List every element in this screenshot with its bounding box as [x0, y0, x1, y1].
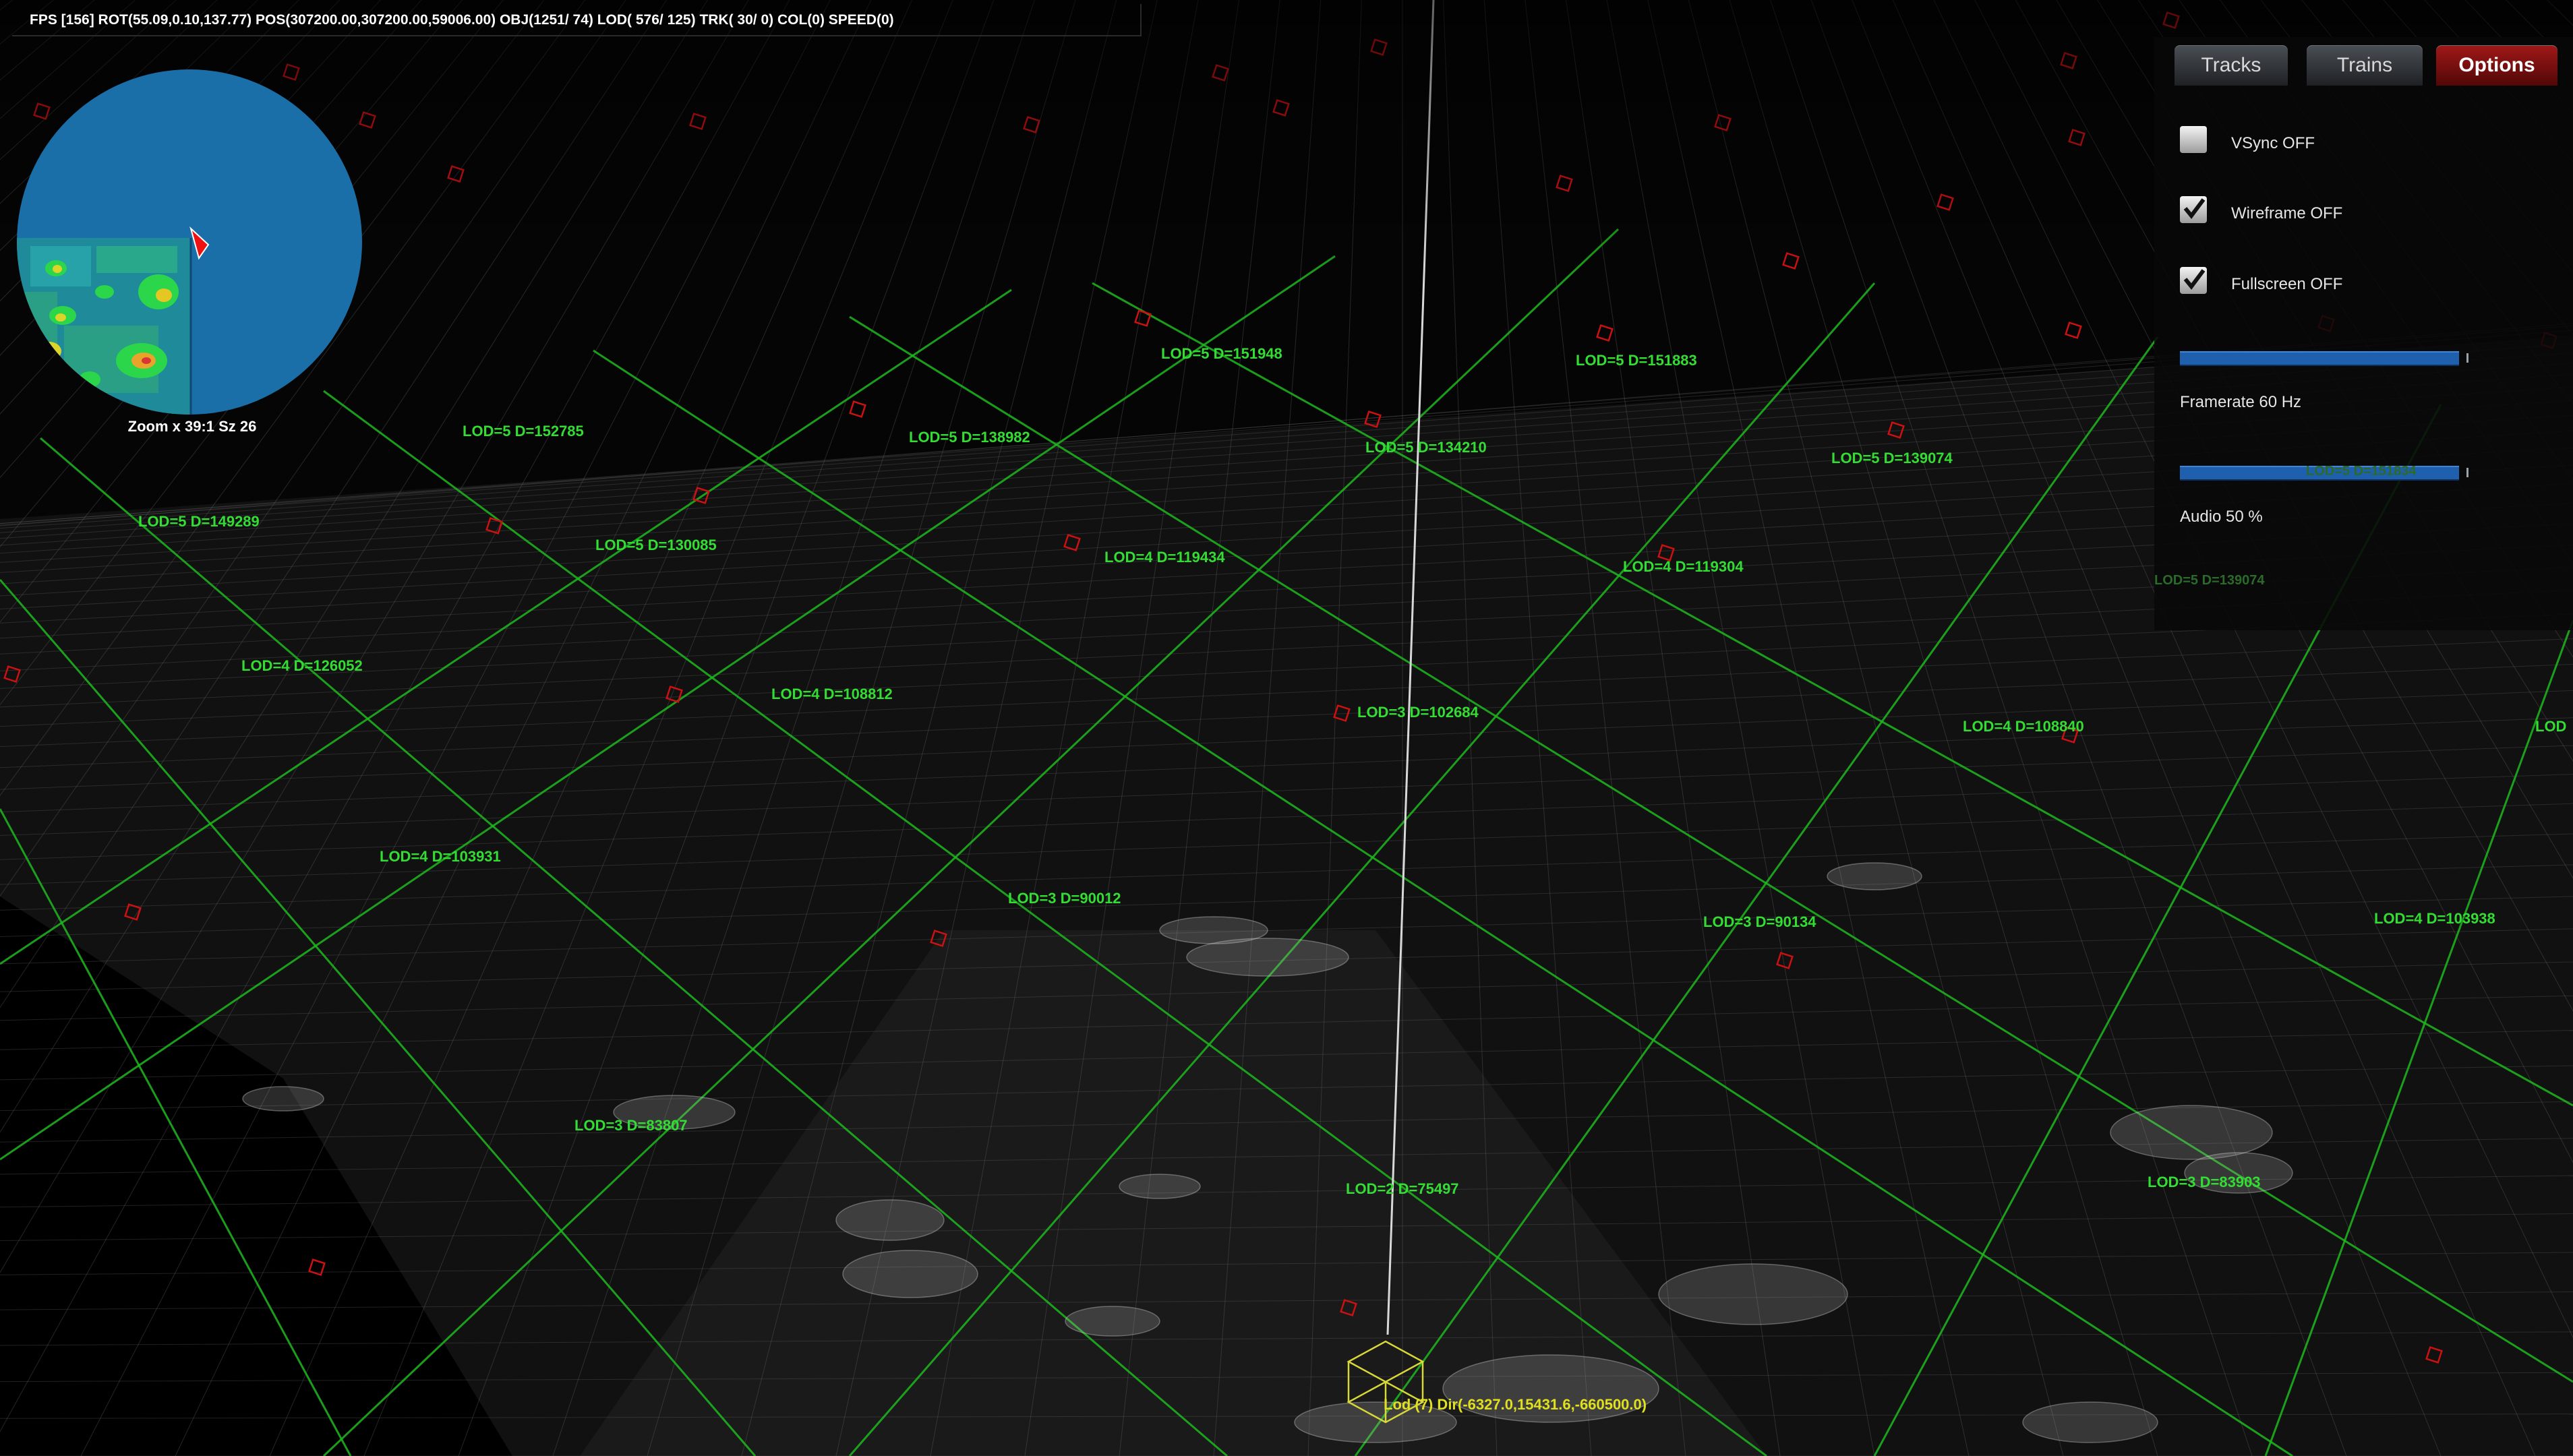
framerate-slider[interactable] [2180, 351, 2468, 366]
terrain-bump [2022, 1401, 2158, 1443]
check-icon [2183, 269, 2206, 290]
wireframe-checkbox[interactable] [2180, 196, 2207, 223]
lod-label: LOD [2535, 718, 2566, 735]
cursor-direction-label: Lod (7) Dir(-6327.0,15431.6,-660500.0) [1384, 1396, 1647, 1413]
check-icon [2183, 198, 2206, 219]
lod-label: LOD=4 D=108812 [771, 686, 893, 702]
debug-stats-bar: FPS [156] ROT(55.09,0.10,137.77) POS(307… [12, 4, 1142, 36]
tab-trains[interactable]: Trains [2307, 45, 2423, 86]
terrain-bump [842, 1250, 978, 1298]
debug-stats-text: FPS [156] ROT(55.09,0.10,137.77) POS(307… [30, 12, 894, 28]
lod-label: LOD=3 D=83903 [2148, 1174, 2261, 1190]
lod-label: LOD=4 D=103931 [380, 848, 501, 865]
terrain-bump [1065, 1306, 1160, 1337]
terrain-bump [242, 1086, 324, 1112]
lod-label: LOD=3 D=90012 [1008, 890, 1121, 907]
vsync-checkbox[interactable] [2180, 126, 2207, 153]
options-panel: Tracks Trains Options VSync OFF Wirefram… [2154, 37, 2573, 630]
audio-label: Audio 50 % [2180, 508, 2263, 526]
fullscreen-label: Fullscreen OFF [2231, 275, 2343, 293]
lod-label: LOD=3 D=90134 [1703, 913, 1816, 930]
terrain-bump [1658, 1263, 1848, 1325]
lod-label: LOD=3 D=102684 [1357, 704, 1479, 721]
wireframe-label: Wireframe OFF [2231, 204, 2343, 222]
minimap[interactable] [17, 69, 362, 415]
terrain-bump [1119, 1174, 1201, 1199]
minimap-zoom-label: Zoom x 39:1 Sz 26 [127, 418, 257, 435]
lod-label: LOD=4 D=108840 [1963, 718, 2084, 735]
framerate-label: Framerate 60 Hz [2180, 393, 2302, 411]
ghost-lod-label: LOD=5 D=139074 [2154, 573, 2265, 588]
fullscreen-checkbox[interactable] [2180, 267, 2207, 294]
terrain-bump [2110, 1105, 2273, 1160]
terrain-bump [835, 1199, 945, 1241]
lod-label: LOD=4 D=103938 [2374, 910, 2495, 927]
lod-label: LOD=2 D=75497 [1346, 1180, 1459, 1197]
ghost-lod-label: LOD=5 D=151834 [2306, 464, 2417, 479]
tab-options[interactable]: Options [2436, 45, 2557, 86]
vsync-label: VSync OFF [2231, 134, 2315, 152]
tab-tracks[interactable]: Tracks [2175, 45, 2288, 86]
minimap-terrain [17, 238, 191, 415]
lod-label: LOD=4 D=126052 [241, 657, 363, 674]
terrain-bump [1159, 916, 1268, 944]
lod-label: LOD=3 D=83807 [574, 1117, 688, 1134]
terrain-bump [1827, 862, 1922, 890]
